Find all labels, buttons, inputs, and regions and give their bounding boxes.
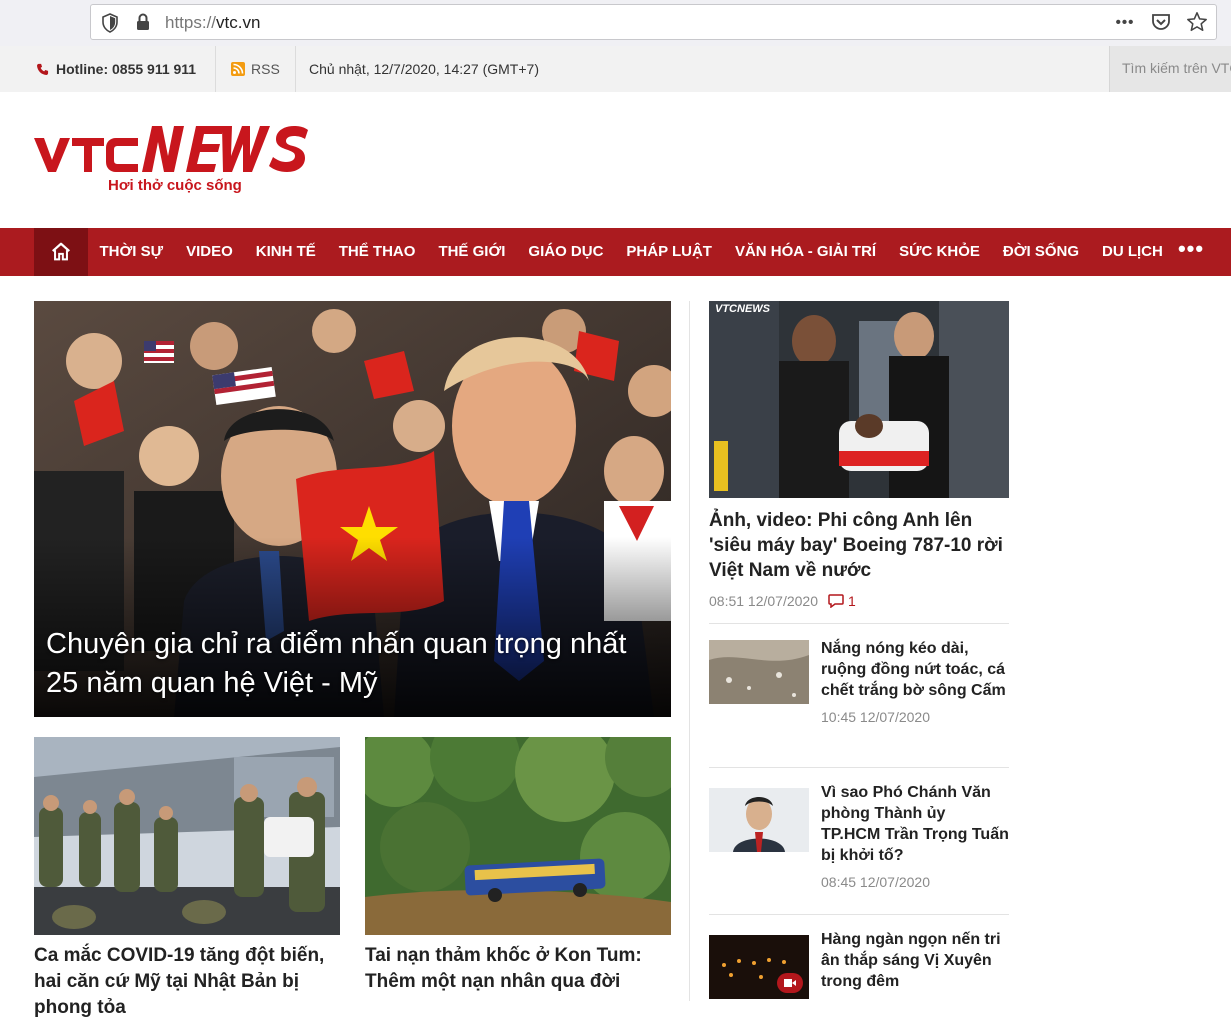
right-list-item-1-time: 10:45 12/07/2020 bbox=[821, 709, 930, 725]
right-top-meta: 08:51 12/07/2020 1 bbox=[709, 593, 1009, 609]
main-navigation: THỜI SỰ VIDEO KINH TẾ THỂ THAO THẾ GIỚI … bbox=[0, 228, 1231, 276]
sub-article-2-image bbox=[365, 737, 671, 935]
nav-item-the-gioi[interactable]: THẾ GIỚI bbox=[427, 228, 517, 276]
browser-toolbar: https://vtc.vn ••• bbox=[0, 0, 1231, 46]
sub-article-2[interactable]: Tai nạn thảm khốc ở Kon Tum: Thêm một nạ… bbox=[365, 737, 671, 995]
right-list-item-1-image bbox=[709, 640, 809, 704]
right-list-item-3-title[interactable]: Hàng ngàn ngọn nến tri ân thắp sáng Vị X… bbox=[821, 929, 1009, 992]
hero-article[interactable]: Chuyên gia chỉ ra điểm nhấn quan trọng n… bbox=[34, 301, 671, 717]
pocket-icon[interactable] bbox=[1150, 11, 1172, 33]
hotline[interactable]: Hotline: 0855 911 911 bbox=[36, 46, 196, 92]
right-list-item-1[interactable]: Nắng nóng kéo dài, ruộng đồng nứt toác, … bbox=[709, 623, 1009, 725]
vtc-news-logo: Hơi thở cuộc sống bbox=[34, 126, 308, 194]
comment-count-value: 1 bbox=[848, 593, 856, 609]
hotline-text: Hotline: 0855 911 911 bbox=[56, 61, 197, 77]
star-icon[interactable] bbox=[1186, 11, 1208, 33]
comment-count[interactable]: 1 bbox=[828, 593, 856, 609]
column-divider bbox=[689, 301, 690, 1001]
nav-item-doi-song[interactable]: ĐỜI SỐNG bbox=[991, 228, 1090, 276]
rss-icon bbox=[231, 62, 245, 76]
search-input[interactable]: Tìm kiếm trên VTC bbox=[1109, 46, 1231, 92]
sub-article-1-title[interactable]: Ca mắc COVID-19 tăng đột biến, hai căn c… bbox=[34, 943, 340, 1021]
comment-icon bbox=[828, 594, 844, 608]
right-top-time: 08:51 12/07/2020 bbox=[709, 593, 818, 609]
site-logo[interactable]: Hơi thở cuộc sống bbox=[34, 122, 314, 202]
right-list-item-2-title[interactable]: Vì sao Phó Chánh Văn phòng Thành ủy TP.H… bbox=[821, 782, 1009, 866]
nav-item-video[interactable]: VIDEO bbox=[175, 228, 245, 276]
nav-item-suc-khoe[interactable]: SỨC KHỎE bbox=[888, 228, 992, 276]
nav-item-thoi-su[interactable]: THỜI SỰ bbox=[88, 228, 175, 276]
nav-item-giao-duc[interactable]: GIÁO DỤC bbox=[517, 228, 615, 276]
sub-article-2-title[interactable]: Tai nạn thảm khốc ở Kon Tum: Thêm một nạ… bbox=[365, 943, 671, 995]
home-icon bbox=[50, 241, 72, 263]
right-top-image: VTCNEWS bbox=[709, 301, 1009, 498]
url-protocol: https:// bbox=[165, 13, 217, 32]
sub-article-1-image bbox=[34, 737, 340, 935]
url-host: vtc.vn bbox=[216, 13, 261, 32]
nav-item-van-hoa-giai-tri[interactable]: VĂN HÓA - GIẢI TRÍ bbox=[723, 228, 887, 276]
hero-title[interactable]: Chuyên gia chỉ ra điểm nhấn quan trọng n… bbox=[46, 625, 646, 703]
right-list-item-3[interactable]: Hàng ngàn ngọn nến tri ân thắp sáng Vị X… bbox=[709, 914, 1009, 999]
more-icon[interactable]: ••• bbox=[1114, 11, 1136, 33]
right-list-item-1-title[interactable]: Nắng nóng kéo dài, ruộng đồng nứt toác, … bbox=[821, 638, 1009, 701]
nav-item-kinh-te[interactable]: KINH TẾ bbox=[244, 228, 327, 276]
top-info-bar: Hotline: 0855 911 911 RSS Chủ nhật, 12/7… bbox=[0, 46, 1231, 92]
thumb-watermark: VTCNEWS bbox=[715, 303, 770, 315]
video-icon[interactable] bbox=[777, 973, 803, 993]
nav-item-the-thao[interactable]: THỂ THAO bbox=[327, 228, 427, 276]
current-datetime: Chủ nhật, 12/7/2020, 14:27 (GMT+7) bbox=[309, 61, 539, 77]
address-bar[interactable]: https://vtc.vn ••• bbox=[90, 4, 1217, 40]
nav-item-phap-luat[interactable]: PHÁP LUẬT bbox=[615, 228, 724, 276]
nav-item-du-lich[interactable]: DU LỊCH bbox=[1091, 228, 1175, 276]
nav-more-button[interactable]: ••• bbox=[1176, 238, 1206, 264]
shield-icon[interactable] bbox=[101, 13, 119, 38]
phone-icon bbox=[36, 63, 49, 76]
home-button[interactable] bbox=[34, 228, 88, 276]
right-list-item-2-image bbox=[709, 788, 809, 852]
rss-link[interactable]: RSS bbox=[231, 46, 280, 92]
logo-tagline: Hơi thở cuộc sống bbox=[108, 177, 242, 194]
right-list-item-3-image bbox=[709, 935, 809, 999]
lock-icon[interactable] bbox=[135, 12, 151, 37]
nav-items: THỜI SỰ VIDEO KINH TẾ THỂ THAO THẾ GIỚI … bbox=[88, 228, 1174, 276]
right-top-title[interactable]: Ảnh, video: Phi công Anh lên 'siêu máy b… bbox=[709, 508, 1009, 583]
url-text[interactable]: https://vtc.vn bbox=[165, 13, 260, 33]
right-top-article[interactable]: VTCNEWS Ảnh, video: Phi công Anh lên 'si… bbox=[709, 301, 1009, 609]
right-list-item-2[interactable]: Vì sao Phó Chánh Văn phòng Thành ủy TP.H… bbox=[709, 767, 1009, 890]
sub-article-1[interactable]: Ca mắc COVID-19 tăng đột biến, hai căn c… bbox=[34, 737, 340, 1021]
rss-label: RSS bbox=[251, 61, 280, 77]
right-list-item-2-time: 08:45 12/07/2020 bbox=[821, 874, 930, 890]
